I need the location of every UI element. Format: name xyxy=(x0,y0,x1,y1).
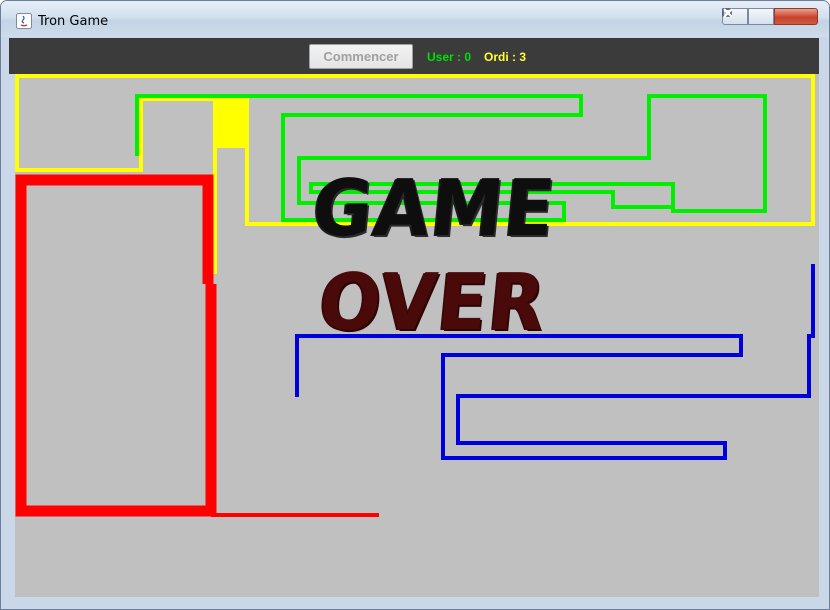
window-frame-right xyxy=(819,37,829,609)
yellow-block xyxy=(217,100,249,148)
control-bar: Commencer User : 0 Ordi : 3 xyxy=(9,38,819,74)
game-over-line2: OVER xyxy=(315,258,551,348)
start-button[interactable]: Commencer xyxy=(309,44,413,69)
close-button[interactable] xyxy=(723,8,818,25)
window-controls xyxy=(722,8,818,27)
red-light-trail xyxy=(15,174,217,517)
app-window: Tron Game Commencer User : 0 Ordi : 3 GA… xyxy=(0,0,830,610)
game-arena[interactable]: GAME OVER xyxy=(15,74,819,597)
title-bar[interactable]: Tron Game xyxy=(1,1,829,37)
user-score: User : 0 xyxy=(427,50,472,64)
ordi-score: Ordi : 3 xyxy=(484,50,527,64)
game-over-line1: GAME xyxy=(309,164,560,254)
window-frame-left xyxy=(1,37,9,609)
window-frame-bottom xyxy=(9,597,821,609)
java-app-icon xyxy=(16,13,32,29)
maximize-button[interactable] xyxy=(722,8,774,25)
game-over-overlay: GAME OVER xyxy=(303,164,563,366)
window-title: Tron Game xyxy=(38,14,109,29)
